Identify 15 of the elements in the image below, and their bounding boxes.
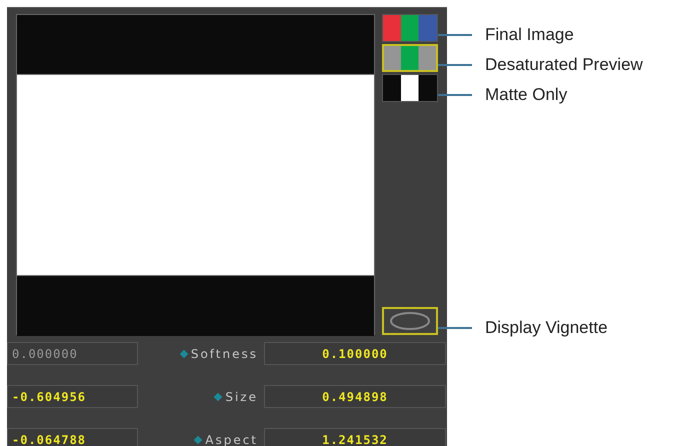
value-field[interactable]: -0.604956 xyxy=(7,385,138,408)
callout-label: Final Image xyxy=(485,25,574,45)
callout-label: Desaturated Preview xyxy=(485,55,643,75)
value-field[interactable]: -0.064788 xyxy=(7,428,138,446)
callout-label: Display Vignette xyxy=(485,318,608,338)
view-mode-button[interactable] xyxy=(382,74,438,102)
vignette-button[interactable] xyxy=(382,307,438,335)
value-field[interactable]: 0.494898 xyxy=(264,385,446,408)
callout-label: Matte Only xyxy=(485,85,568,105)
value-field[interactable]: 1.241532 xyxy=(264,428,446,446)
ellipse-icon xyxy=(389,311,431,331)
value-field[interactable]: 0.100000 xyxy=(264,342,446,365)
parameter-label: Size xyxy=(225,390,258,404)
parameter-label: Softness xyxy=(190,346,258,360)
parameter-label: Aspect xyxy=(205,432,258,446)
